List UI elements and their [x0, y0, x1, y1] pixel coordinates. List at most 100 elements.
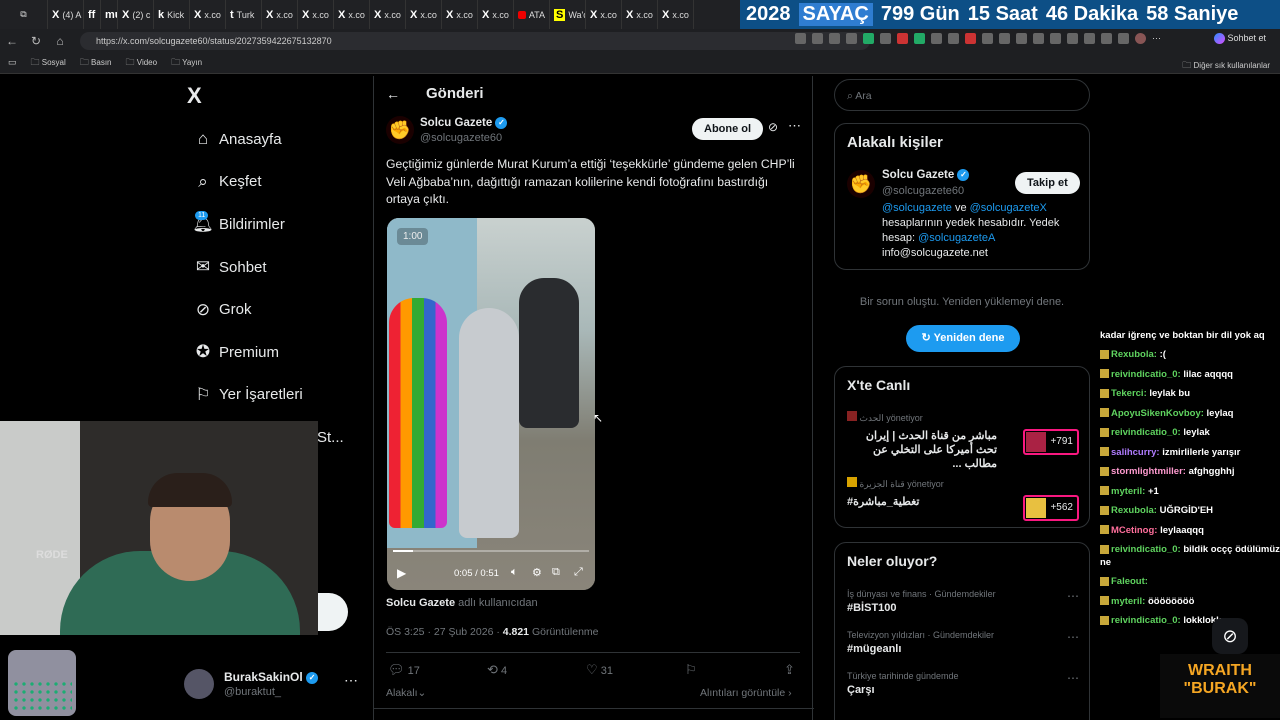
- browser-tab[interactable]: X (4) A: [48, 0, 84, 29]
- nav-item-explore[interactable]: ⌕ Keşfet: [187, 161, 367, 204]
- extension-icon[interactable]: [1118, 33, 1129, 44]
- extension-icon[interactable]: [999, 33, 1010, 44]
- bookmark-yayin[interactable]: 🗀 Yayın: [171, 55, 202, 71]
- browser-tab[interactable]: t Turk: [226, 0, 262, 29]
- url-field[interactable]: https://x.com/solcugazete60/status/20273…: [80, 32, 870, 50]
- menu-icon[interactable]: ⋯: [1152, 33, 1163, 44]
- browser-tab[interactable]: Xx.co: [658, 0, 694, 29]
- browser-tab[interactable]: S Wa'c: [550, 0, 586, 29]
- browser-tab[interactable]: ff: [84, 0, 101, 29]
- nav-item-messages[interactable]: ✉ Sohbet: [187, 246, 367, 289]
- fullscreen-icon[interactable]: ⤢: [574, 566, 583, 579]
- chat-username[interactable]: Rexubola:: [1111, 505, 1157, 516]
- bookmark-basin[interactable]: 🗀 Basın: [80, 55, 112, 71]
- home-icon[interactable]: ⌂: [48, 34, 72, 48]
- chat-username[interactable]: Tekerci:: [1111, 388, 1147, 399]
- volume-icon[interactable]: 🔈︎: [511, 566, 518, 579]
- view-quotes-link[interactable]: Alıntıları görüntüle ›: [700, 687, 792, 699]
- tab-actions-icon[interactable]: ⧉: [0, 0, 48, 29]
- bio-mention[interactable]: @solcugazeteX: [970, 202, 1047, 214]
- browser-tab[interactable]: Xx.co: [298, 0, 334, 29]
- chat-username[interactable]: reivindicatio_0:: [1111, 427, 1181, 438]
- bio-mention[interactable]: @solcugazete: [882, 202, 952, 214]
- repost-button[interactable]: ⟲ 4: [487, 662, 507, 678]
- author-avatar[interactable]: ✊: [386, 116, 414, 144]
- extension-icon[interactable]: [1050, 33, 1061, 44]
- chat-username[interactable]: ApoyuSikenKovboy:: [1111, 408, 1204, 419]
- post-timestamp[interactable]: ÖS 3:25 · 27 Şub 2026 ·: [386, 626, 500, 638]
- back-icon[interactable]: ←: [0, 34, 24, 48]
- attribution-user[interactable]: Solcu Gazete: [386, 597, 455, 609]
- browser-tab[interactable]: X (2) c: [118, 0, 154, 29]
- like-button[interactable]: ♡ 31: [586, 662, 613, 678]
- more-options-icon[interactable]: ⋯: [1067, 630, 1079, 644]
- extension-icon[interactable]: [795, 33, 806, 44]
- extension-icon[interactable]: [1084, 33, 1095, 44]
- other-bookmarks[interactable]: 🗀 Diğer sık kullanılanlar: [1182, 58, 1270, 74]
- extension-icon[interactable]: [1101, 33, 1112, 44]
- search-input[interactable]: ⌕ Ara: [834, 79, 1090, 111]
- trend-item[interactable]: İş dünyası ve finans · Gündemdekiler #BİS…: [835, 581, 1091, 622]
- browser-tab[interactable]: Xx.co: [478, 0, 514, 29]
- browser-tab[interactable]: Xx.co: [586, 0, 622, 29]
- browser-tab[interactable]: Xx.co: [334, 0, 370, 29]
- nav-item-home[interactable]: ⌂ Anasayfa: [187, 118, 367, 161]
- reload-icon[interactable]: ↻: [24, 34, 48, 48]
- copilot-button[interactable]: Sohbet et: [1214, 33, 1266, 45]
- chat-username[interactable]: stormlightmiller:: [1111, 466, 1186, 477]
- video-progress-track[interactable]: [393, 550, 589, 552]
- follow-button[interactable]: Takip et: [1015, 172, 1080, 194]
- chat-username[interactable]: reivindicatio_0:: [1111, 544, 1181, 555]
- browser-tab[interactable]: ytATA: [514, 0, 550, 29]
- browser-tab[interactable]: Xx.co: [370, 0, 406, 29]
- extension-icon[interactable]: [880, 33, 891, 44]
- chat-username[interactable]: reivindicatio_0:: [1111, 615, 1181, 626]
- nav-item-bookmarks[interactable]: ⚐ Yer İşaretleri: [187, 374, 367, 417]
- browser-tab[interactable]: Xx.co: [622, 0, 658, 29]
- extension-icon[interactable]: [1067, 33, 1078, 44]
- live-item[interactable]: الحدث yönetiyor مباشر من قناة الحدث | إي…: [835, 407, 1091, 470]
- extension-icon[interactable]: [829, 33, 840, 44]
- chat-username[interactable]: myteril:: [1111, 486, 1145, 497]
- extension-icon[interactable]: [965, 33, 976, 44]
- person-avatar[interactable]: ✊: [847, 170, 875, 198]
- bio-mention[interactable]: @solcugazeteA: [918, 232, 995, 244]
- nav-item-premium[interactable]: ✪ Premium: [187, 331, 367, 374]
- bookmark-video[interactable]: 🗀 Video: [126, 55, 158, 71]
- person-name-row[interactable]: Solcu Gazete ✓: [882, 169, 970, 181]
- video-player[interactable]: 1:00 ▶ 0:05 / 0:51 🔈︎ ⚙ ⧉ ⤢: [387, 218, 595, 590]
- extension-icon[interactable]: [914, 33, 925, 44]
- account-switcher[interactable]: BurakSakinOl ✓ @buraktut_ ⋯: [184, 666, 364, 706]
- chat-username[interactable]: reivindicatio_0:: [1111, 369, 1181, 380]
- play-icon[interactable]: ▶: [397, 566, 406, 580]
- more-options-icon[interactable]: ⋯: [344, 672, 358, 689]
- browser-tab[interactable]: k Kick: [154, 0, 190, 29]
- chat-username[interactable]: MCetinog:: [1111, 525, 1157, 536]
- browser-tab[interactable]: Xx.co: [190, 0, 226, 29]
- extension-icon[interactable]: [931, 33, 942, 44]
- extension-icon[interactable]: [863, 33, 874, 44]
- chat-username[interactable]: Faleout:: [1111, 576, 1148, 587]
- browser-tab[interactable]: mute: [101, 0, 118, 29]
- reply-button[interactable]: 💬︎ 17: [388, 662, 420, 678]
- retry-button[interactable]: ↻ Yeniden dene: [906, 325, 1020, 352]
- grok-float-icon[interactable]: ⊘: [1212, 618, 1248, 654]
- chat-username[interactable]: salihcurry:: [1111, 447, 1160, 458]
- chat-username[interactable]: myteril:: [1111, 596, 1145, 607]
- more-options-icon[interactable]: ⋯: [1067, 589, 1079, 603]
- subscribe-button[interactable]: Abone ol: [692, 118, 764, 140]
- share-button[interactable]: ⇪: [784, 662, 795, 678]
- extension-icon[interactable]: [1016, 33, 1027, 44]
- pip-icon[interactable]: ⧉: [552, 566, 560, 579]
- trend-item[interactable]: Televizyon yıldızları · Gündemdekiler #mü…: [835, 622, 1091, 663]
- live-item[interactable]: قناة الجزيرة yönetiyor #تغطية_مباشرة +56…: [835, 473, 1091, 523]
- trend-item[interactable]: Türkiye tarihinde gündemde Çarşı ⋯: [835, 663, 1091, 704]
- reading-list-icon[interactable]: ▭: [8, 57, 17, 68]
- settings-icon[interactable]: ⚙: [532, 566, 542, 579]
- browser-tab[interactable]: Xx.co: [442, 0, 478, 29]
- back-arrow-icon[interactable]: ←: [386, 86, 400, 102]
- more-options-icon[interactable]: ⋯: [1067, 671, 1079, 685]
- nav-item-notifications[interactable]: 🔔︎ 11 Bildirimler: [187, 203, 367, 246]
- grok-icon[interactable]: ⊘: [768, 120, 778, 134]
- extension-icon[interactable]: [846, 33, 857, 44]
